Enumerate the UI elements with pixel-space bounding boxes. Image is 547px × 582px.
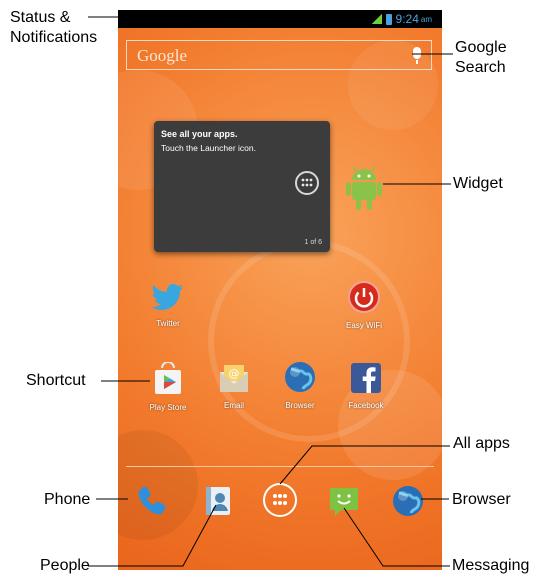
callout-lines	[88, 16, 453, 567]
callout-line-people	[88, 504, 217, 567]
callout-line-messaging	[343, 507, 450, 567]
callout-line-all-apps	[279, 445, 450, 485]
